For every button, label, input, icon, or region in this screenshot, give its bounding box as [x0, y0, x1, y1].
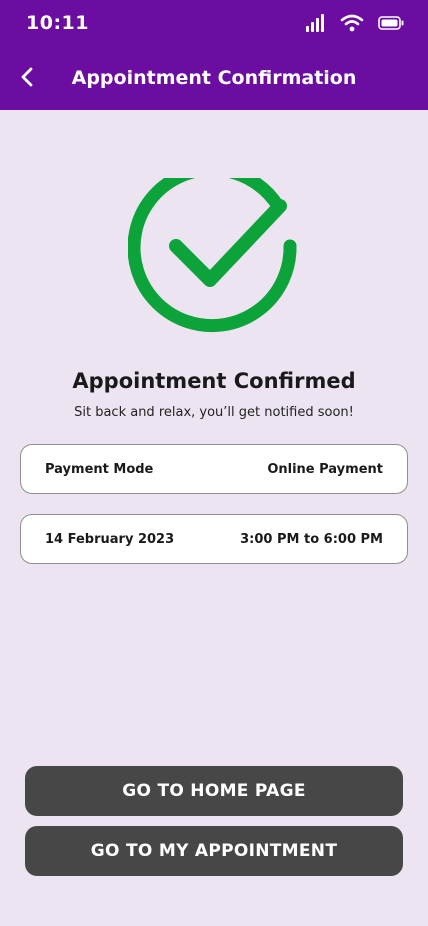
confirmation-subtitle: Sit back and relax, you’ll get notified …	[74, 405, 354, 420]
appointment-date: 14 February 2023	[45, 531, 175, 547]
confirmation-screen: 10:11 Appointment Confirmation Appointme…	[0, 0, 428, 926]
confirmation-title: Appointment Confirmed	[72, 369, 356, 393]
go-to-appointment-button[interactable]: GO TO MY APPOINTMENT	[25, 826, 403, 876]
page-title: Appointment Confirmation	[71, 67, 357, 89]
payment-mode-value: Online Payment	[267, 461, 383, 477]
status-icons	[306, 14, 404, 32]
status-time: 10:11	[26, 12, 89, 34]
schedule-card: 14 February 2023 3:00 PM to 6:00 PM	[20, 514, 408, 564]
signal-icon	[306, 14, 326, 32]
battery-icon	[378, 16, 404, 30]
go-to-home-button[interactable]: GO TO HOME PAGE	[25, 766, 403, 816]
payment-mode-card: Payment Mode Online Payment	[20, 444, 408, 494]
app-header: Appointment Confirmation	[0, 48, 428, 110]
status-bar: 10:11	[0, 0, 428, 48]
appointment-time-slot: 3:00 PM to 6:00 PM	[240, 531, 383, 547]
payment-mode-label: Payment Mode	[45, 461, 154, 477]
check-circle-icon	[127, 163, 300, 342]
wifi-icon	[340, 14, 364, 32]
